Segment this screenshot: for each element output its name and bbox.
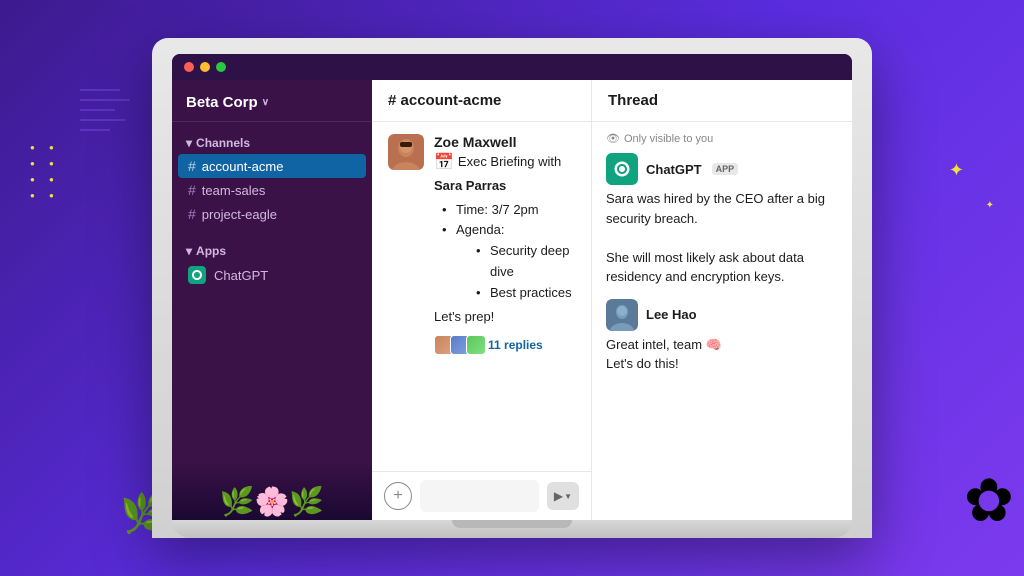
channel-main: # account-acme — [372, 80, 592, 520]
chatgpt-sidebar-icon — [188, 266, 206, 284]
add-attachment-button[interactable]: + — [384, 482, 412, 510]
sidebar-plants-decoration: 🌿🌸🌿 — [172, 460, 372, 520]
apps-section-header[interactable]: ▾ Apps — [178, 240, 366, 262]
thread-message-chatgpt: ChatGPT APP Sara was hired by the CEO af… — [606, 153, 838, 287]
channel-input: + ▶ ▼ — [372, 471, 591, 520]
channel-hash-icon-3: # — [188, 206, 196, 222]
visibility-text: Only visible to you — [624, 133, 713, 145]
laptop-shell: Beta Corp ∨ ▾ Channels # account-acme # — [152, 38, 872, 538]
thread-title: Thread — [608, 92, 658, 109]
message-title-line2: Sara Parras — [434, 176, 575, 196]
reply-avatar-3 — [466, 335, 486, 355]
sidebar: Beta Corp ∨ ▾ Channels # account-acme # — [172, 80, 372, 520]
apps-label: Apps — [196, 244, 226, 258]
thread-sender-chatgpt: ChatGPT — [646, 162, 702, 177]
channel-hash-icon-2: # — [188, 182, 196, 198]
sidebar-item-project-eagle[interactable]: # project-eagle — [178, 202, 366, 226]
window-close-button[interactable] — [184, 62, 194, 72]
sidebar-item-chatgpt[interactable]: ChatGPT — [178, 262, 366, 288]
thread-visibility-note: 👁 Only visible to you — [606, 132, 838, 145]
bg-sparkle-icon: ✦ — [949, 160, 964, 181]
channels-arrow-icon: ▾ — [186, 136, 192, 150]
thread-messages: 👁 Only visible to you ChatGPT — [592, 122, 852, 520]
thread-msg-text-lee: Great intel, team 🧠Let's do this! — [606, 335, 838, 374]
sidebar-header: Beta Corp ∨ — [172, 80, 372, 122]
message-input[interactable] — [420, 480, 539, 512]
laptop-base — [172, 520, 852, 538]
apps-section: ▾ Apps ChatGPT — [172, 230, 372, 292]
channel-name-project-eagle: project-eagle — [202, 207, 277, 222]
message-title-line1: Exec Briefing with — [458, 152, 561, 172]
bg-decoration-dots: ● ●● ●● ●● ● — [30, 140, 60, 204]
workspace-name[interactable]: Beta Corp ∨ — [186, 94, 358, 111]
reply-avatars — [434, 335, 482, 355]
thread-msg-header-lee: Lee Hao — [606, 299, 838, 331]
window-maximize-button[interactable] — [216, 62, 226, 72]
eye-icon: 👁 — [606, 132, 620, 145]
sidebar-item-team-sales[interactable]: # team-sales — [178, 178, 366, 202]
message-subbullet-security: Security deep dive — [476, 241, 575, 283]
laptop-screen: Beta Corp ∨ ▾ Channels # account-acme # — [172, 54, 852, 520]
message-icon-row: 📅 Exec Briefing with — [434, 152, 575, 172]
message-bullet-list: Time: 3/7 2pm Agenda: Security deep dive — [434, 200, 575, 304]
thread-header: Thread — [592, 80, 852, 122]
chatgpt-app-label: ChatGPT — [214, 268, 268, 283]
app-badge: APP — [712, 163, 739, 175]
channel-name-team-sales: team-sales — [202, 183, 266, 198]
channels-section: ▾ Channels # account-acme # team-sales #… — [172, 122, 372, 230]
message-content-zoe: Zoe Maxwell 📅 Exec Briefing with Sara Pa… — [434, 134, 575, 355]
bg-sparkle2-icon: ✦ — [986, 200, 994, 211]
bg-flower-decoration: ✿ — [964, 466, 1014, 536]
send-button[interactable]: ▶ ▼ — [547, 482, 579, 510]
channel-messages: Zoe Maxwell 📅 Exec Briefing with Sara Pa… — [372, 122, 591, 471]
message-bullet-agenda: Agenda: Security deep dive Best practice… — [442, 220, 575, 303]
thread-sender-lee: Lee Hao — [646, 307, 697, 322]
thread-msg-header-chatgpt: ChatGPT APP — [606, 153, 838, 185]
channel-hash-icon: # — [188, 158, 196, 174]
plus-icon: + — [393, 487, 402, 505]
sidebar-item-account-acme[interactable]: # account-acme — [178, 154, 366, 178]
send-icon: ▶ — [554, 489, 563, 503]
workspace-chevron-icon: ∨ — [262, 97, 269, 108]
message-sub-list: Security deep dive Best practices — [456, 241, 575, 303]
message-bullet-time: Time: 3/7 2pm — [442, 200, 575, 221]
channel-name-account-acme: account-acme — [202, 159, 284, 174]
message-sender-zoe: Zoe Maxwell — [434, 134, 575, 150]
thread-msg-text-chatgpt: Sara was hired by the CEO after a big se… — [606, 189, 838, 287]
send-chevron-icon: ▼ — [564, 492, 572, 501]
workspace-name-text: Beta Corp — [186, 94, 258, 111]
apps-arrow-icon: ▾ — [186, 244, 192, 258]
title-bar — [172, 54, 852, 80]
channel-header: # account-acme — [372, 80, 591, 122]
replies-row[interactable]: 11 replies — [434, 335, 575, 355]
window-minimize-button[interactable] — [200, 62, 210, 72]
calendar-icon: 📅 — [434, 152, 454, 172]
channels-label: Channels — [196, 136, 250, 150]
channel-title: # account-acme — [388, 92, 501, 109]
avatar-lee — [606, 299, 638, 331]
chatgpt-thread-avatar — [606, 153, 638, 185]
message-closing: Let's prep! — [434, 307, 575, 327]
thread-message-lee: Lee Hao Great intel, team 🧠Let's do this… — [606, 299, 838, 374]
channels-section-header[interactable]: ▾ Channels — [178, 132, 366, 154]
replies-count[interactable]: 11 replies — [488, 338, 543, 352]
message-zoe: Zoe Maxwell 📅 Exec Briefing with Sara Pa… — [388, 134, 575, 355]
thread-panel: Thread 👁 Only visible to you — [592, 80, 852, 520]
bg-decoration-lines — [80, 80, 140, 165]
app-layout: Beta Corp ∨ ▾ Channels # account-acme # — [172, 80, 852, 520]
message-subbullet-practices: Best practices — [476, 283, 575, 304]
avatar-zoe — [388, 134, 424, 170]
